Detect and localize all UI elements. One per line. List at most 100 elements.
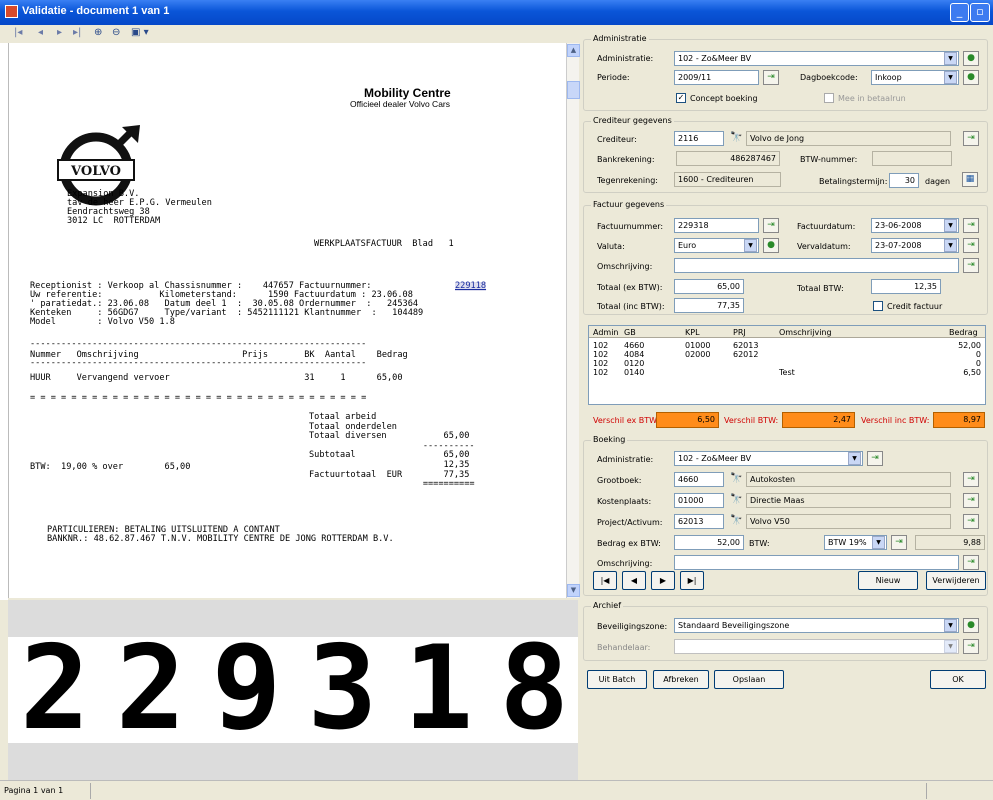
scroll-down-icon[interactable]: ▼	[567, 584, 580, 597]
betalingstermijn-input[interactable]: 30	[889, 173, 919, 188]
grid-cell[interactable]: 0	[976, 350, 981, 359]
scroll-thumb[interactable]	[567, 81, 580, 99]
chevron-down-icon[interactable]: ▼	[944, 640, 957, 653]
first-page-icon[interactable]: |◂	[14, 27, 22, 38]
afbreken-button[interactable]: Afbreken	[653, 670, 709, 689]
totaal-ex-btw-input[interactable]: 65,00	[674, 279, 744, 294]
chevron-down-icon[interactable]: ▼	[744, 239, 757, 252]
grid-cell[interactable]: 102	[593, 368, 608, 377]
prev-page-icon[interactable]: ◂	[38, 27, 43, 38]
grid-header-admin[interactable]: Admin	[593, 328, 619, 337]
omschrijving-input[interactable]	[674, 258, 959, 273]
prev-record-button[interactable]: ◀	[622, 571, 646, 590]
pin-icon[interactable]: ⇥	[963, 555, 979, 570]
grid-cell[interactable]: 102	[593, 350, 608, 359]
invoice-number-highlight[interactable]: 229118	[455, 282, 487, 291]
pin-icon[interactable]: ⇥	[891, 535, 907, 550]
pin-icon[interactable]: ⇥	[963, 493, 979, 508]
boeking-omschrijving-input[interactable]	[674, 555, 959, 570]
pin-icon[interactable]: ⇥	[963, 218, 979, 233]
grid-cell[interactable]: 0140	[624, 368, 644, 377]
confirm-icon[interactable]: ●	[963, 618, 979, 633]
totaal-inc-btw-input[interactable]: 77,35	[674, 298, 744, 313]
periode-input[interactable]: 2009/11	[674, 70, 759, 85]
grid-cell[interactable]: 0	[976, 359, 981, 368]
grid-cell[interactable]: Test	[779, 368, 795, 377]
uit-batch-button[interactable]: Uit Batch	[587, 670, 647, 689]
binoculars-icon[interactable]: 🔭	[730, 493, 742, 507]
nieuw-button[interactable]: Nieuw	[858, 571, 918, 590]
grootboek-code-input[interactable]: 4660	[674, 472, 724, 487]
calendar-icon[interactable]: ▦	[962, 172, 978, 187]
grid-cell[interactable]: 52,00	[958, 341, 981, 350]
chevron-down-icon[interactable]: ▼	[944, 239, 957, 252]
administratie-select[interactable]: 102 - Zo&Meer BV	[674, 51, 959, 66]
document-view[interactable]: VOLVO Mobility Centre Officieel dealer V…	[8, 43, 566, 598]
restore-button[interactable]: ▫	[970, 3, 990, 22]
beveiligingszone-select[interactable]: Standaard Beveiligingszone	[674, 618, 959, 633]
grid-cell[interactable]: 01000	[685, 341, 710, 350]
confirm-icon[interactable]: ●	[963, 51, 979, 66]
grid-cell[interactable]: 62013	[733, 341, 758, 350]
project-code-input[interactable]: 62013	[674, 514, 724, 529]
crediteur-code-input[interactable]: 2116	[674, 131, 724, 146]
binoculars-icon[interactable]: 🔭	[730, 131, 742, 145]
pin-icon[interactable]: ⇥	[963, 258, 979, 273]
pin-icon[interactable]: ⇥	[963, 131, 979, 146]
zoom-in-icon[interactable]: ⊕	[94, 27, 102, 38]
boeking-administratie-select[interactable]: 102 - Zo&Meer BV	[674, 451, 863, 466]
concept-boeking-checkbox[interactable]: ✓	[676, 93, 686, 103]
last-page-icon[interactable]: ▸|	[73, 27, 81, 38]
pin-icon[interactable]: ⇥	[963, 514, 979, 529]
minimize-button[interactable]: _	[950, 3, 969, 22]
binoculars-icon[interactable]: 🔭	[730, 472, 742, 486]
ok-button[interactable]: OK	[930, 670, 986, 689]
title-bar[interactable]: Validatie - document 1 van 1 _ ▫	[0, 0, 993, 25]
confirm-icon[interactable]: ●	[763, 238, 779, 253]
grid-cell[interactable]: 62012	[733, 350, 758, 359]
booking-lines-grid[interactable]: Admin GB KPL PRJ Omschrijving Bedrag 102…	[588, 325, 986, 405]
factuurnummer-input[interactable]: 229318	[674, 218, 759, 233]
pin-icon[interactable]: ⇥	[963, 639, 979, 654]
grid-header-gb[interactable]: GB	[624, 328, 636, 337]
bedrag-ex-btw-input[interactable]: 52,00	[674, 535, 744, 550]
grid-header-omschrijving[interactable]: Omschrijving	[779, 328, 832, 337]
next-page-icon[interactable]: ▸	[57, 27, 62, 38]
grid-cell[interactable]: 4660	[624, 341, 644, 350]
zoom-out-icon[interactable]: ⊖	[112, 27, 120, 38]
document-scrollbar[interactable]: ▲ ▼	[566, 43, 580, 598]
opslaan-button[interactable]: Opslaan	[714, 670, 784, 689]
pin-icon[interactable]: ⇥	[867, 451, 883, 466]
totaal-btw-input[interactable]: 12,35	[871, 279, 941, 294]
confirm-icon[interactable]: ●	[963, 70, 979, 85]
grid-header-prj[interactable]: PRJ	[733, 328, 746, 337]
grid-header-bedrag[interactable]: Bedrag	[949, 328, 978, 337]
grid-cell[interactable]: 02000	[685, 350, 710, 359]
grid-cell[interactable]: 102	[593, 341, 608, 350]
kostenplaats-code-input[interactable]: 01000	[674, 493, 724, 508]
pin-icon[interactable]: ⇥	[963, 238, 979, 253]
credit-factuur-checkbox[interactable]	[873, 301, 883, 311]
pin-icon[interactable]: ⇥	[763, 70, 779, 85]
fit-page-icon[interactable]: ▣ ▾	[131, 27, 149, 38]
scroll-up-icon[interactable]: ▲	[567, 44, 580, 57]
chevron-down-icon[interactable]: ▼	[872, 536, 885, 549]
first-record-button[interactable]: |◀	[593, 571, 617, 590]
last-record-button[interactable]: ▶|	[680, 571, 704, 590]
pin-icon[interactable]: ⇥	[763, 218, 779, 233]
behandelaar-select[interactable]	[674, 639, 959, 654]
chevron-down-icon[interactable]: ▼	[944, 71, 957, 84]
grid-cell[interactable]: 102	[593, 359, 608, 368]
grid-header-kpl[interactable]: KPL	[685, 328, 700, 337]
binoculars-icon[interactable]: 🔭	[730, 514, 742, 528]
chevron-down-icon[interactable]: ▼	[944, 52, 957, 65]
pin-icon[interactable]: ⇥	[963, 472, 979, 487]
chevron-down-icon[interactable]: ▼	[944, 219, 957, 232]
chevron-down-icon[interactable]: ▼	[944, 619, 957, 632]
verwijderen-button[interactable]: Verwijderen	[926, 571, 986, 590]
chevron-down-icon[interactable]: ▼	[848, 452, 861, 465]
grid-cell[interactable]: 4084	[624, 350, 644, 359]
next-record-button[interactable]: ▶	[651, 571, 675, 590]
grid-cell[interactable]: 6,50	[963, 368, 981, 377]
grid-cell[interactable]: 0120	[624, 359, 644, 368]
